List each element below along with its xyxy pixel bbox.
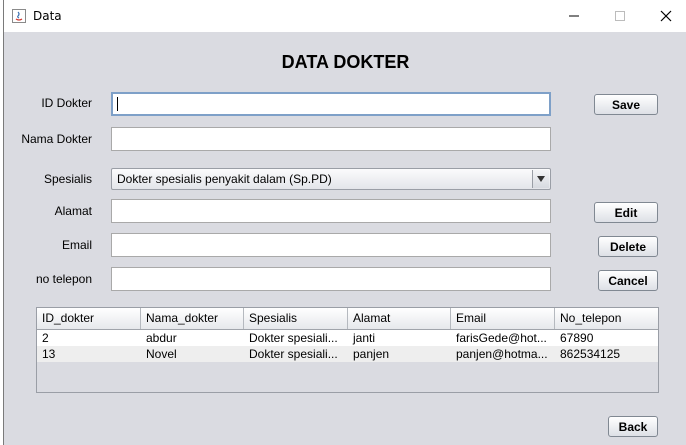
save-button[interactable]: Save xyxy=(594,94,658,115)
edit-button[interactable]: Edit xyxy=(594,202,658,223)
column-header-email[interactable]: Email xyxy=(451,308,555,329)
text-caret xyxy=(117,97,118,111)
cell-nama-dokter: Novel xyxy=(146,347,177,361)
no-telepon-input[interactable] xyxy=(111,267,551,291)
cell-id-dokter: 13 xyxy=(42,347,56,361)
table-row[interactable]: 2 abdur Dokter spesiali... janti farisGe… xyxy=(37,330,658,346)
spesialis-combobox[interactable]: Dokter spesialis penyakit dalam (Sp.PD) xyxy=(111,168,551,190)
close-icon xyxy=(660,10,672,22)
title-bar: Data xyxy=(4,0,686,32)
email-input[interactable] xyxy=(111,233,551,257)
spesialis-label: Spesialis xyxy=(43,172,92,186)
cell-email: panjen@hotma... xyxy=(456,347,548,361)
alamat-label: Alamat xyxy=(54,204,92,218)
minimize-icon xyxy=(569,15,579,17)
cell-spesialis: Dokter spesiali... xyxy=(249,331,338,345)
alamat-input[interactable] xyxy=(111,199,551,223)
id-dokter-input[interactable] xyxy=(111,92,551,116)
email-label: Email xyxy=(61,238,92,252)
maximize-button[interactable] xyxy=(597,0,643,32)
id-dokter-label: ID Dokter xyxy=(41,96,92,110)
cell-email: farisGede@hot... xyxy=(456,331,547,345)
close-button[interactable] xyxy=(643,0,686,32)
column-header-nama-dokter[interactable]: Nama_dokter xyxy=(141,308,244,329)
cell-spesialis: Dokter spesiali... xyxy=(249,347,338,361)
delete-button[interactable]: Delete xyxy=(598,236,658,257)
spesialis-selected-value: Dokter spesialis penyakit dalam (Sp.PD) xyxy=(117,172,332,186)
nama-dokter-input[interactable] xyxy=(111,127,551,151)
back-button[interactable]: Back xyxy=(608,416,658,437)
window-title: Data xyxy=(33,9,62,23)
app-window: Data DATA DOKTER ID Dokter Nama Dokter S… xyxy=(3,0,686,445)
cell-alamat: janti xyxy=(353,331,376,345)
column-header-id-dokter[interactable]: ID_dokter xyxy=(37,308,141,329)
table-empty-area xyxy=(37,362,658,392)
minimize-button[interactable] xyxy=(551,0,597,32)
java-app-icon xyxy=(12,9,26,23)
table-header: ID_dokter Nama_dokter Spesialis Alamat E… xyxy=(37,308,658,330)
no-telepon-label: no telepon xyxy=(35,272,92,286)
form-panel: DATA DOKTER ID Dokter Nama Dokter Spesia… xyxy=(4,32,686,445)
nama-dokter-label: Nama Dokter xyxy=(21,132,92,146)
column-header-alamat[interactable]: Alamat xyxy=(348,308,451,329)
cell-alamat: panjen xyxy=(353,347,390,361)
table-row[interactable]: 13 Novel Dokter spesiali... panjen panje… xyxy=(37,346,658,362)
cell-nama-dokter: abdur xyxy=(146,331,177,345)
cell-no-telepon: 67890 xyxy=(560,331,594,345)
column-header-spesialis[interactable]: Spesialis xyxy=(244,308,348,329)
dropdown-arrow-icon[interactable] xyxy=(532,170,549,188)
page-title: DATA DOKTER xyxy=(281,52,410,72)
cell-no-telepon: 862534125 xyxy=(560,347,621,361)
column-header-no-telepon[interactable]: No_telepon xyxy=(555,308,658,329)
cancel-button[interactable]: Cancel xyxy=(598,270,658,291)
maximize-icon xyxy=(615,11,625,21)
dokter-table[interactable]: ID_dokter Nama_dokter Spesialis Alamat E… xyxy=(36,307,659,393)
cell-id-dokter: 2 xyxy=(42,331,49,345)
